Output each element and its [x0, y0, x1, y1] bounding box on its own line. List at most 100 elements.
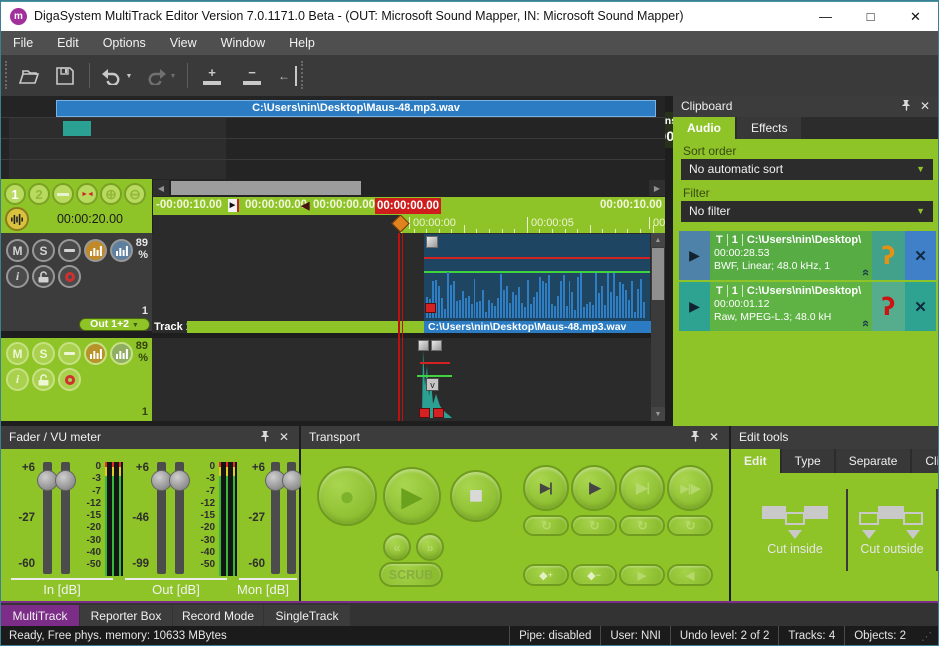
- fader-knob[interactable]: [55, 470, 76, 491]
- playhead-line-2[interactable]: [402, 233, 404, 421]
- collapse-chevrons-icon[interactable]: «: [860, 320, 873, 327]
- clip-red-level-line[interactable]: [424, 257, 650, 259]
- loop-2-button[interactable]: ↻: [571, 515, 617, 536]
- track1-audio-clip[interactable]: [424, 234, 650, 321]
- tab-separate[interactable]: Separate: [836, 449, 911, 473]
- zoom-to-marks-button[interactable]: ►◄: [76, 183, 98, 205]
- pin-icon[interactable]: [690, 431, 699, 442]
- overview-clip[interactable]: [63, 121, 91, 136]
- minimize-button[interactable]: —: [803, 2, 848, 32]
- menu-view[interactable]: View: [158, 31, 209, 55]
- vscroll-thumb[interactable]: [652, 248, 664, 300]
- tracks-vscrollbar[interactable]: ▲ ▼: [651, 233, 665, 421]
- track1-meter-orange-button[interactable]: [84, 239, 107, 262]
- playhead-line[interactable]: [398, 233, 400, 421]
- menu-edit[interactable]: Edit: [45, 31, 91, 55]
- track2-meter-green-button[interactable]: [110, 342, 133, 365]
- open-file-button[interactable]: [15, 63, 43, 89]
- track2-mute-button[interactable]: M: [6, 342, 29, 365]
- entry-info[interactable]: T1C:\Users\nin\Desktop\ 00:00:01.12 Raw,…: [710, 282, 872, 331]
- undo-dropdown-icon[interactable]: ▼: [126, 73, 133, 80]
- collapse-chevrons-icon[interactable]: «: [860, 269, 873, 276]
- save-button[interactable]: [51, 63, 79, 89]
- undo-button[interactable]: ▼: [99, 63, 133, 89]
- clip2-fade-handle-right[interactable]: [433, 408, 444, 418]
- play-button[interactable]: ▶: [383, 467, 441, 525]
- track1-mute-button[interactable]: M: [6, 239, 29, 262]
- clip-fade-handle[interactable]: [425, 303, 436, 313]
- fader-knob[interactable]: [169, 470, 190, 491]
- play-selection-button[interactable]: |▶|: [619, 465, 665, 511]
- redo-button[interactable]: ▼: [143, 63, 177, 89]
- stop-button[interactable]: ■: [450, 470, 502, 522]
- loop-3-button[interactable]: ↻: [619, 515, 665, 536]
- track1-lock-button[interactable]: [32, 265, 55, 288]
- add-marker-button[interactable]: ◆+: [523, 564, 569, 586]
- tab-effects[interactable]: Effects: [737, 117, 801, 139]
- prev-marker-button[interactable]: ◀: [667, 564, 713, 586]
- forward-button[interactable]: »: [416, 533, 444, 561]
- overview-file-bar[interactable]: C:\Users\nin\Desktop\Maus-48.mp3.wav: [56, 100, 656, 117]
- entry-play-button[interactable]: ▶: [679, 282, 710, 331]
- track1-clip-title[interactable]: C:\Users\nin\Desktop\Maus-48.mp3.wav: [424, 321, 651, 333]
- timeline-ruler[interactable]: 00:00:00 00:00:05 00:: [153, 215, 665, 233]
- clipboard-entry[interactable]: ▶ T1C:\Users\nin\Desktop\ 00:00:28.53 BW…: [679, 231, 936, 280]
- scrub-button[interactable]: SCRUB: [379, 562, 443, 587]
- menu-options[interactable]: Options: [91, 31, 158, 55]
- toolbar-grip-2[interactable]: [301, 61, 305, 89]
- entry-prelisten-button[interactable]: ʔ: [872, 231, 905, 280]
- track2-solo-button[interactable]: S: [32, 342, 55, 365]
- track1-info-button[interactable]: i: [6, 265, 29, 288]
- clip2-red-level-line[interactable]: [420, 362, 450, 364]
- track2-info-button[interactable]: i: [6, 368, 29, 391]
- waveform-zoom-button[interactable]: [5, 207, 29, 231]
- sort-order-select[interactable]: No automatic sort ▼: [681, 159, 933, 180]
- tab-type[interactable]: Type: [782, 449, 834, 473]
- vscroll-down-icon[interactable]: ▼: [651, 407, 665, 421]
- track2-lock-button[interactable]: [32, 368, 55, 391]
- close-button[interactable]: ✕: [893, 2, 938, 32]
- entry-delete-button[interactable]: ✕: [905, 282, 936, 331]
- zoom-preset-2-button[interactable]: 2: [28, 183, 50, 205]
- menu-window[interactable]: Window: [209, 31, 277, 55]
- clip2-green-level-line[interactable]: [417, 375, 452, 377]
- hscroll-right-icon[interactable]: ▶: [649, 180, 665, 196]
- next-marker-button[interactable]: ▶: [619, 564, 665, 586]
- zoom-in-button[interactable]: +: [197, 63, 227, 89]
- entry-prelisten-button[interactable]: ʔ: [872, 282, 905, 331]
- toolbar-grip[interactable]: [5, 61, 9, 89]
- mark-out-flag[interactable]: ◀: [301, 199, 309, 212]
- clip2-volume-handle[interactable]: v: [426, 378, 439, 391]
- track1-record-arm-button[interactable]: [58, 265, 81, 288]
- track2-collapse-button[interactable]: [58, 342, 81, 365]
- maximize-button[interactable]: □: [848, 2, 893, 32]
- fader-knob[interactable]: [282, 470, 303, 491]
- clip2-fade-handle-left[interactable]: [419, 408, 430, 418]
- zoom-in-time-button[interactable]: ⊕: [100, 183, 122, 205]
- zoom-out-time-button[interactable]: ⊖: [124, 183, 146, 205]
- mark-in-flag[interactable]: ▶: [228, 199, 239, 212]
- clipboard-entry[interactable]: ▶ T1C:\Users\nin\Desktop\ 00:00:01.12 Ra…: [679, 282, 936, 331]
- zoom-preset-1-button[interactable]: 1: [4, 183, 26, 205]
- entry-info[interactable]: T1C:\Users\nin\Desktop\ 00:00:28.53 BWF,…: [710, 231, 872, 280]
- entry-play-button[interactable]: ▶: [679, 231, 710, 280]
- menu-file[interactable]: File: [1, 31, 45, 55]
- clip-gain-handle[interactable]: [426, 236, 438, 248]
- pin-icon[interactable]: [260, 431, 269, 442]
- track2-meter-orange-button[interactable]: [84, 342, 107, 365]
- tab-singletrack[interactable]: SingleTrack: [264, 605, 350, 628]
- go-to-marker-button[interactable]: ←: [273, 66, 297, 86]
- tab-edit[interactable]: Edit: [731, 449, 780, 473]
- timeline-marker-row[interactable]: -00:00:10.00 ▶ 00:00:00.00 ◀ 00:00:00.00…: [153, 197, 665, 215]
- remove-marker-button[interactable]: ◆−: [571, 564, 617, 586]
- playhead-time-badge[interactable]: 00:00:00.00: [375, 198, 441, 214]
- hscroll-left-icon[interactable]: ◀: [153, 180, 169, 196]
- loop-4-button[interactable]: ↻: [667, 515, 713, 536]
- pin-icon[interactable]: [901, 100, 910, 111]
- track1-meter-blue-button[interactable]: [110, 239, 133, 262]
- play-around-button[interactable]: ▶||▶: [667, 465, 713, 511]
- filter-select[interactable]: No filter ▼: [681, 201, 933, 222]
- resize-grip[interactable]: ⋰: [915, 630, 938, 643]
- record-button[interactable]: ●: [317, 466, 377, 526]
- timeline-hscrollbar[interactable]: ◀ ▶: [153, 179, 665, 197]
